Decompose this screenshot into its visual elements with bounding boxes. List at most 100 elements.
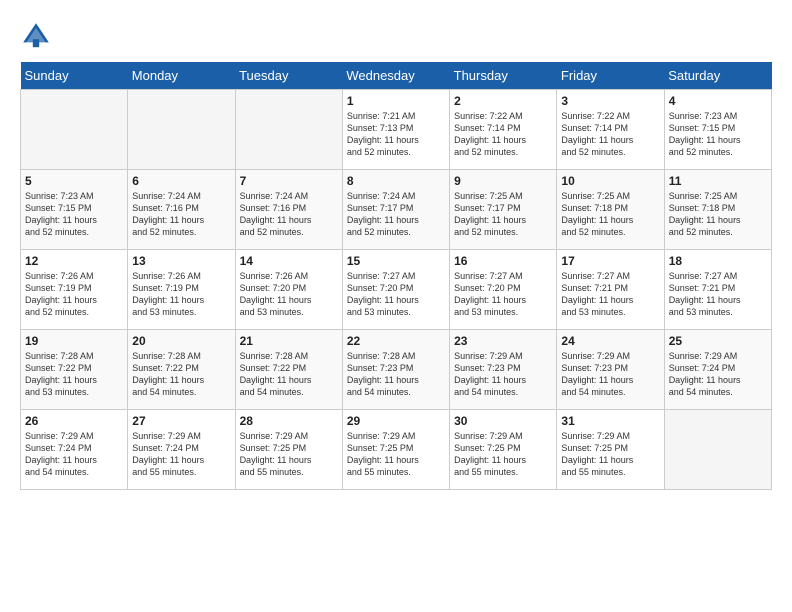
day-info: Sunrise: 7:28 AM Sunset: 7:22 PM Dayligh…: [240, 350, 338, 399]
day-info: Sunrise: 7:26 AM Sunset: 7:19 PM Dayligh…: [25, 270, 123, 319]
day-info: Sunrise: 7:28 AM Sunset: 7:22 PM Dayligh…: [132, 350, 230, 399]
day-info: Sunrise: 7:28 AM Sunset: 7:23 PM Dayligh…: [347, 350, 445, 399]
calendar-day-cell: 9 Sunrise: 7:25 AM Sunset: 7:17 PM Daylig…: [450, 170, 557, 250]
day-number: 23: [454, 334, 552, 348]
day-number: 17: [561, 254, 659, 268]
calendar-day-cell: [235, 90, 342, 170]
calendar-week-row: 5 Sunrise: 7:23 AM Sunset: 7:15 PM Daylig…: [21, 170, 772, 250]
calendar-day-cell: 23 Sunrise: 7:29 AM Sunset: 7:23 PM Dayli…: [450, 330, 557, 410]
calendar-day-cell: [21, 90, 128, 170]
day-number: 20: [132, 334, 230, 348]
day-number: 5: [25, 174, 123, 188]
day-number: 3: [561, 94, 659, 108]
weekday-header: Friday: [557, 62, 664, 90]
logo-icon: [20, 20, 52, 52]
day-number: 27: [132, 414, 230, 428]
day-info: Sunrise: 7:27 AM Sunset: 7:21 PM Dayligh…: [669, 270, 767, 319]
day-number: 29: [347, 414, 445, 428]
day-info: Sunrise: 7:26 AM Sunset: 7:19 PM Dayligh…: [132, 270, 230, 319]
day-number: 26: [25, 414, 123, 428]
day-info: Sunrise: 7:29 AM Sunset: 7:25 PM Dayligh…: [454, 430, 552, 479]
calendar-day-cell: 24Sunrise: 7:29 AM Sunset: 7:23 PM Dayli…: [557, 330, 664, 410]
day-info: Sunrise: 7:24 AM Sunset: 7:17 PM Dayligh…: [347, 190, 445, 239]
day-number: 12: [25, 254, 123, 268]
calendar-day-cell: 12 Sunrise: 7:26 AM Sunset: 7:19 PM Dayli…: [21, 250, 128, 330]
day-info: Sunrise: 7:21 AM Sunset: 7:13 PM Dayligh…: [347, 110, 445, 159]
calendar-day-cell: 8 Sunrise: 7:24 AM Sunset: 7:17 PM Daylig…: [342, 170, 449, 250]
calendar-day-cell: 5 Sunrise: 7:23 AM Sunset: 7:15 PM Daylig…: [21, 170, 128, 250]
day-info: Sunrise: 7:29 AM Sunset: 7:23 PM Dayligh…: [454, 350, 552, 399]
day-info: Sunrise: 7:25 AM Sunset: 7:18 PM Dayligh…: [561, 190, 659, 239]
day-number: 22: [347, 334, 445, 348]
calendar-day-cell: 11 Sunrise: 7:25 AM Sunset: 7:18 PM Dayli…: [664, 170, 771, 250]
day-info: Sunrise: 7:29 AM Sunset: 7:25 PM Dayligh…: [561, 430, 659, 479]
page-header: [20, 20, 772, 52]
day-info: Sunrise: 7:27 AM Sunset: 7:20 PM Dayligh…: [347, 270, 445, 319]
calendar-day-cell: 2 Sunrise: 7:22 AM Sunset: 7:14 PM Daylig…: [450, 90, 557, 170]
day-number: 18: [669, 254, 767, 268]
day-number: 8: [347, 174, 445, 188]
day-info: Sunrise: 7:29 AM Sunset: 7:24 PM Dayligh…: [25, 430, 123, 479]
day-info: Sunrise: 7:24 AM Sunset: 7:16 PM Dayligh…: [132, 190, 230, 239]
weekday-header: Tuesday: [235, 62, 342, 90]
calendar-day-cell: 18 Sunrise: 7:27 AM Sunset: 7:21 PM Dayli…: [664, 250, 771, 330]
day-info: Sunrise: 7:29 AM Sunset: 7:24 PM Dayligh…: [669, 350, 767, 399]
day-info: Sunrise: 7:23 AM Sunset: 7:15 PM Dayligh…: [25, 190, 123, 239]
calendar-week-row: 1Sunrise: 7:21 AM Sunset: 7:13 PM Daylig…: [21, 90, 772, 170]
day-info: Sunrise: 7:22 AM Sunset: 7:14 PM Dayligh…: [454, 110, 552, 159]
day-number: 19: [25, 334, 123, 348]
weekday-header: Sunday: [21, 62, 128, 90]
calendar-day-cell: 17Sunrise: 7:27 AM Sunset: 7:21 PM Dayli…: [557, 250, 664, 330]
calendar-day-cell: 13 Sunrise: 7:26 AM Sunset: 7:19 PM Dayli…: [128, 250, 235, 330]
calendar-day-cell: 25 Sunrise: 7:29 AM Sunset: 7:24 PM Dayli…: [664, 330, 771, 410]
day-number: 28: [240, 414, 338, 428]
day-number: 7: [240, 174, 338, 188]
weekday-header: Thursday: [450, 62, 557, 90]
day-number: 21: [240, 334, 338, 348]
calendar-day-cell: [664, 410, 771, 490]
day-number: 13: [132, 254, 230, 268]
day-number: 24: [561, 334, 659, 348]
calendar-day-cell: 20 Sunrise: 7:28 AM Sunset: 7:22 PM Dayli…: [128, 330, 235, 410]
day-number: 31: [561, 414, 659, 428]
calendar-day-cell: 7Sunrise: 7:24 AM Sunset: 7:16 PM Daylig…: [235, 170, 342, 250]
weekday-header: Wednesday: [342, 62, 449, 90]
calendar-day-cell: 6 Sunrise: 7:24 AM Sunset: 7:16 PM Daylig…: [128, 170, 235, 250]
day-number: 14: [240, 254, 338, 268]
day-info: Sunrise: 7:22 AM Sunset: 7:14 PM Dayligh…: [561, 110, 659, 159]
calendar-day-cell: 3 Sunrise: 7:22 AM Sunset: 7:14 PM Daylig…: [557, 90, 664, 170]
calendar-day-cell: 19Sunrise: 7:28 AM Sunset: 7:22 PM Dayli…: [21, 330, 128, 410]
day-number: 11: [669, 174, 767, 188]
day-info: Sunrise: 7:26 AM Sunset: 7:20 PM Dayligh…: [240, 270, 338, 319]
day-info: Sunrise: 7:27 AM Sunset: 7:20 PM Dayligh…: [454, 270, 552, 319]
calendar-day-cell: 10Sunrise: 7:25 AM Sunset: 7:18 PM Dayli…: [557, 170, 664, 250]
calendar-body: 1Sunrise: 7:21 AM Sunset: 7:13 PM Daylig…: [21, 90, 772, 490]
calendar-week-row: 12 Sunrise: 7:26 AM Sunset: 7:19 PM Dayli…: [21, 250, 772, 330]
weekday-header: Saturday: [664, 62, 771, 90]
calendar-week-row: 26 Sunrise: 7:29 AM Sunset: 7:24 PM Dayli…: [21, 410, 772, 490]
calendar-day-cell: 31 Sunrise: 7:29 AM Sunset: 7:25 PM Dayli…: [557, 410, 664, 490]
day-number: 4: [669, 94, 767, 108]
calendar-day-cell: 28 Sunrise: 7:29 AM Sunset: 7:25 PM Dayli…: [235, 410, 342, 490]
calendar-day-cell: 26 Sunrise: 7:29 AM Sunset: 7:24 PM Dayli…: [21, 410, 128, 490]
calendar-header-row: SundayMondayTuesdayWednesdayThursdayFrid…: [21, 62, 772, 90]
day-number: 2: [454, 94, 552, 108]
day-number: 9: [454, 174, 552, 188]
day-number: 6: [132, 174, 230, 188]
day-info: Sunrise: 7:29 AM Sunset: 7:25 PM Dayligh…: [347, 430, 445, 479]
logo: [20, 20, 56, 52]
day-info: Sunrise: 7:25 AM Sunset: 7:18 PM Dayligh…: [669, 190, 767, 239]
day-info: Sunrise: 7:29 AM Sunset: 7:25 PM Dayligh…: [240, 430, 338, 479]
day-number: 15: [347, 254, 445, 268]
calendar-week-row: 19 Sunrise: 7:28 AM Sunset: 7:22 PM Dayli…: [21, 330, 772, 410]
weekday-header: Monday: [128, 62, 235, 90]
calendar-day-cell: 22 Sunrise: 7:28 AM Sunset: 7:23 PM Dayli…: [342, 330, 449, 410]
day-number: 16: [454, 254, 552, 268]
day-info: Sunrise: 7:25 AM Sunset: 7:17 PM Dayligh…: [454, 190, 552, 239]
day-number: 25: [669, 334, 767, 348]
calendar-day-cell: 16 Sunrise: 7:27 AM Sunset: 7:20 PM Dayli…: [450, 250, 557, 330]
day-info: Sunrise: 7:29 AM Sunset: 7:24 PM Dayligh…: [132, 430, 230, 479]
day-info: Sunrise: 7:23 AM Sunset: 7:15 PM Dayligh…: [669, 110, 767, 159]
calendar-day-cell: 21 Sunrise: 7:28 AM Sunset: 7:22 PM Dayli…: [235, 330, 342, 410]
calendar-day-cell: 15 Sunrise: 7:27 AM Sunset: 7:20 PM Dayli…: [342, 250, 449, 330]
